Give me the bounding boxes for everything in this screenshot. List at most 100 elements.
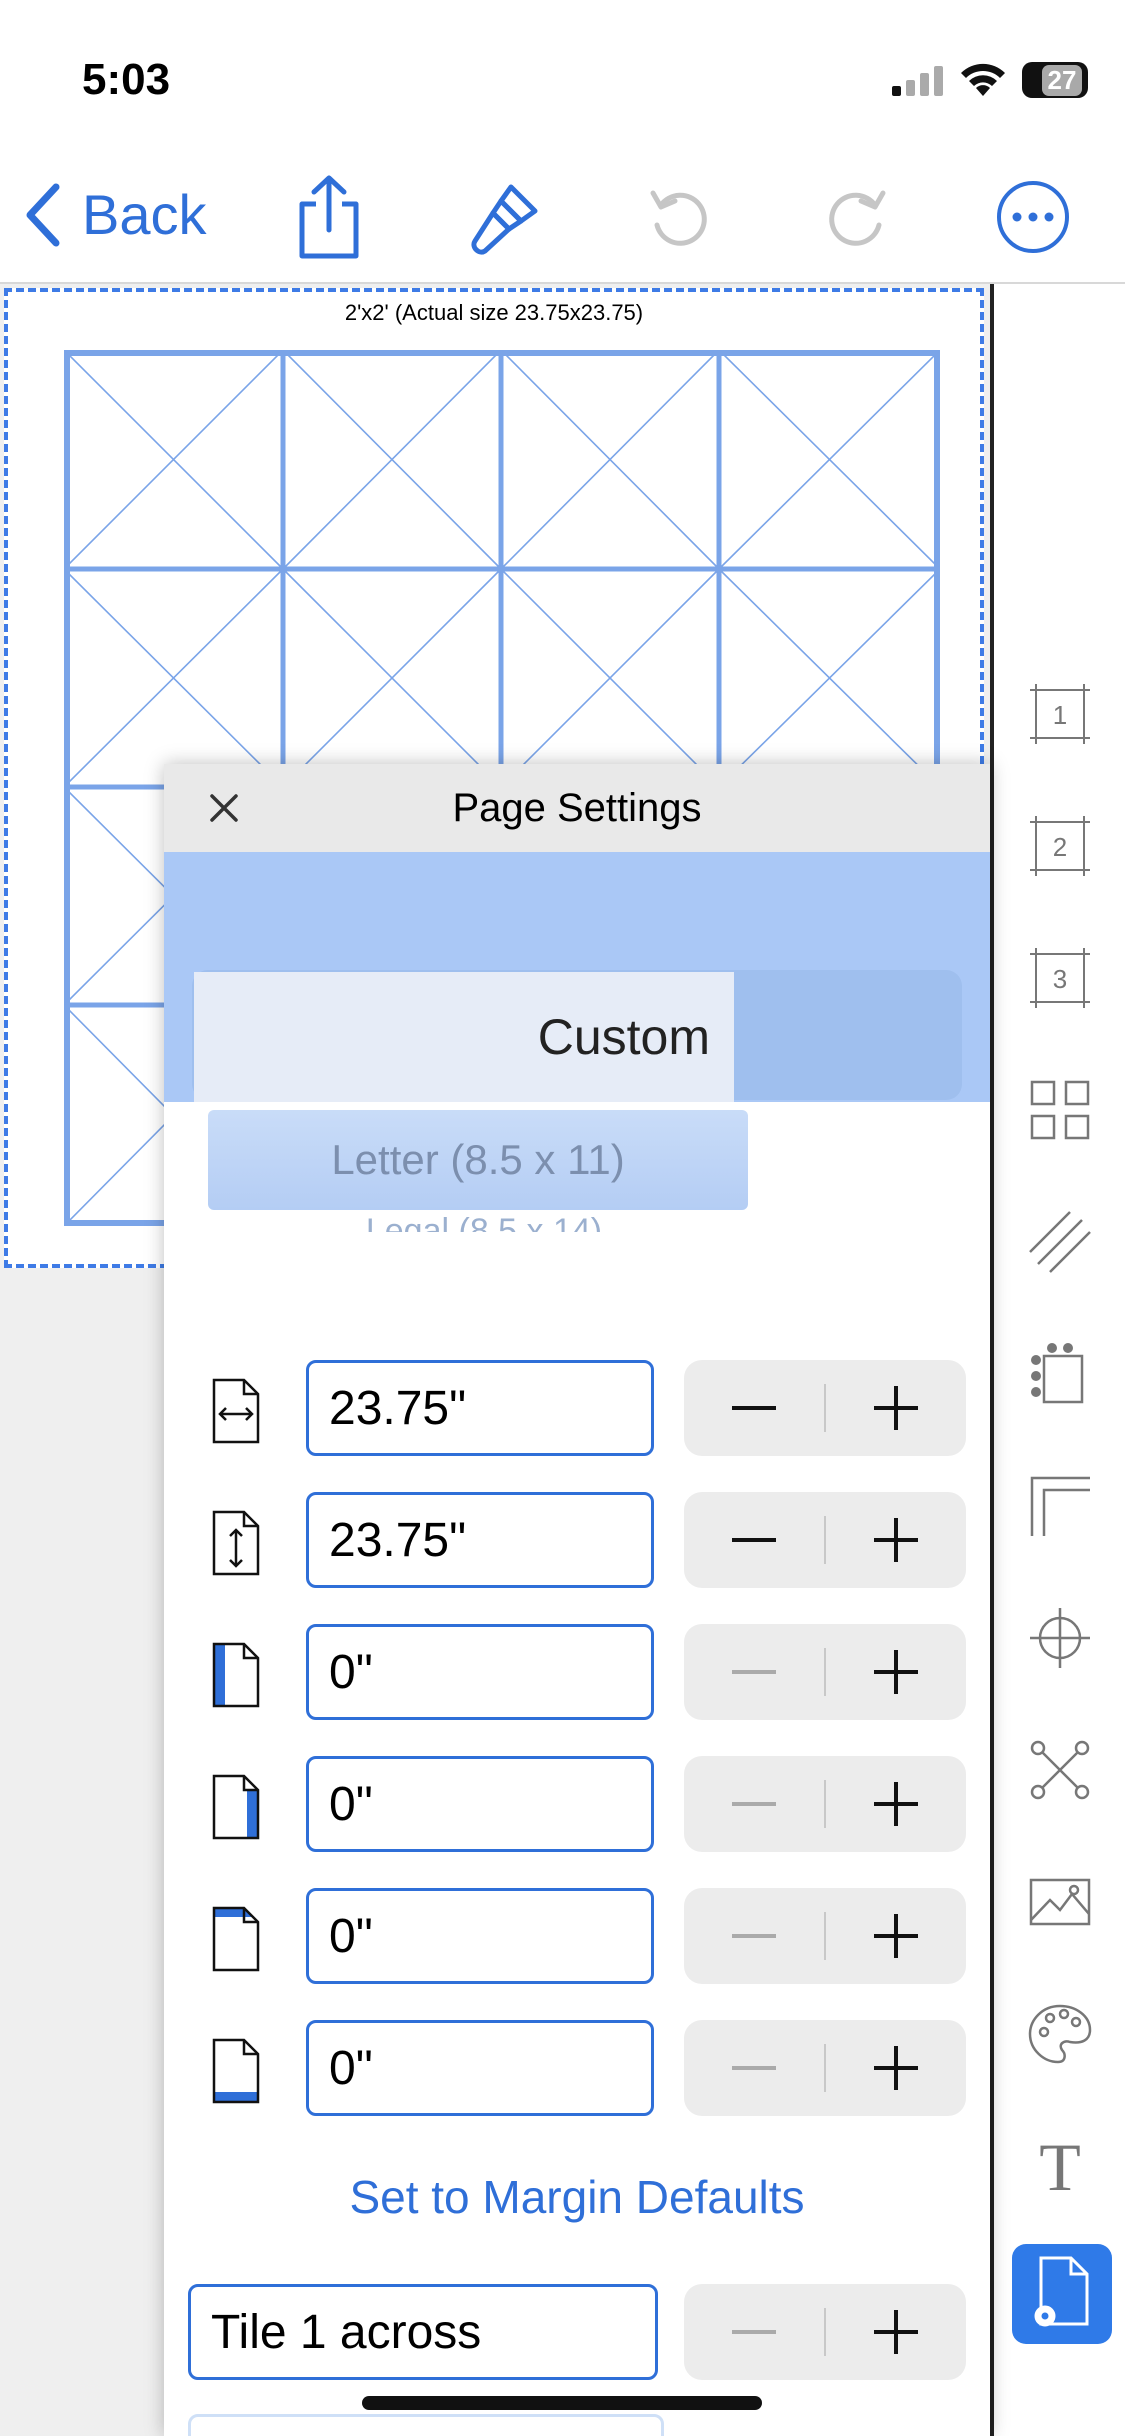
next-field-partial[interactable]: [188, 2414, 664, 2436]
width-field[interactable]: 23.75": [306, 1360, 654, 1456]
left-margin-field[interactable]: 0": [306, 1624, 654, 1720]
text-tool-label: T: [1039, 2134, 1081, 2198]
height-field[interactable]: 23.75": [306, 1492, 654, 1588]
height-increment-button[interactable]: [826, 1492, 966, 1588]
tool-rail: 1 2 3 T: [990, 284, 1125, 2436]
layout-3-icon: 3: [1030, 948, 1090, 1008]
layout-2-icon: 2: [1030, 816, 1090, 876]
text-button[interactable]: T: [1020, 2126, 1100, 2206]
layout-3-button[interactable]: 3: [1020, 938, 1100, 1018]
corner-icon: [1030, 1476, 1090, 1536]
tile-field[interactable]: Tile 1 across: [188, 2284, 658, 2380]
battery-level: 27: [1041, 64, 1083, 96]
width-decrement-button[interactable]: [684, 1360, 824, 1456]
width-icon: [212, 1378, 260, 1444]
tile-stepper: [684, 2284, 966, 2380]
width-stepper: [684, 1360, 966, 1456]
right-margin-increment-button[interactable]: [826, 1756, 966, 1852]
bottom-margin-stepper: [684, 2020, 966, 2116]
bottom-margin-icon: [212, 2038, 260, 2104]
crosshair-button[interactable]: [1020, 1598, 1100, 1678]
right-margin-row: 0": [164, 1756, 990, 1856]
page-settings-icon: [1034, 2256, 1089, 2327]
image-button[interactable]: [1020, 1862, 1100, 1942]
corner-button[interactable]: [1020, 1466, 1100, 1546]
width-increment-button[interactable]: [826, 1360, 966, 1456]
share-button[interactable]: [284, 172, 374, 262]
back-label: Back: [82, 183, 207, 246]
layout-2-button[interactable]: 2: [1020, 806, 1100, 886]
grid-button[interactable]: [1020, 1070, 1100, 1150]
more-icon: [997, 181, 1069, 253]
text-icon: T: [1039, 2134, 1081, 2198]
top-margin-stepper: [684, 1888, 966, 1984]
layout-2-label: 2: [1053, 832, 1067, 862]
page-settings-panel: Page Settings Custom Letter (8.5 x 11) L…: [164, 764, 990, 2436]
left-margin-stepper: [684, 1624, 966, 1720]
minus-icon: [732, 2066, 776, 2070]
panel-header: Page Settings: [164, 764, 990, 853]
plus-icon: [874, 1518, 918, 1562]
bottom-margin-increment-button[interactable]: [826, 2020, 966, 2116]
diagonal-lines-button[interactable]: [1020, 1202, 1100, 1282]
dotted-page-icon: [1031, 1343, 1084, 1404]
top-margin-increment-button[interactable]: [826, 1888, 966, 1984]
left-margin-icon: [212, 1642, 260, 1708]
top-margin-field[interactable]: 0": [306, 1888, 654, 1984]
palette-button[interactable]: [1020, 1994, 1100, 2074]
picker-option[interactable]: Legal (8.5 x 14): [224, 1212, 744, 1232]
minus-icon: [732, 1670, 776, 1674]
wifi-icon: [961, 63, 1005, 96]
bottom-margin-row: 0": [164, 2020, 990, 2120]
image-icon: [1029, 1878, 1091, 1926]
layout-1-icon: 1: [1030, 684, 1090, 744]
page-size-picker[interactable]: Custom Letter (8.5 x 11) Legal (8.5 x 14…: [164, 852, 990, 1232]
left-margin-decrement-button[interactable]: [684, 1624, 824, 1720]
minus-icon: [732, 1802, 776, 1806]
bottom-margin-decrement-button[interactable]: [684, 2020, 824, 2116]
cellular-signal-icon: [892, 66, 943, 96]
tile-increment-button[interactable]: [826, 2284, 966, 2380]
top-toolbar: Back: [0, 150, 1125, 284]
top-margin-icon: [212, 1906, 260, 1972]
bottom-margin-field[interactable]: 0": [306, 2020, 654, 2116]
right-margin-field[interactable]: 0": [306, 1756, 654, 1852]
picker-option[interactable]: Letter (8.5 x 11): [208, 1110, 748, 1210]
width-row: 23.75": [164, 1360, 990, 1460]
grid-icon: [1030, 1080, 1090, 1140]
brush-button[interactable]: [460, 172, 550, 262]
undo-icon: [650, 190, 707, 246]
picker-option-selected[interactable]: Custom: [194, 972, 734, 1102]
home-indicator[interactable]: [362, 2396, 762, 2410]
plus-icon: [874, 1914, 918, 1958]
dotted-page-button[interactable]: [1020, 1334, 1100, 1414]
layout-1-button[interactable]: 1: [1020, 674, 1100, 754]
right-margin-icon: [212, 1774, 260, 1840]
tile-row: Tile 1 across: [164, 2284, 990, 2384]
crosshair-icon: [1030, 1608, 1090, 1668]
tile-decrement-button[interactable]: [684, 2284, 824, 2380]
more-button[interactable]: [988, 172, 1078, 262]
brush-icon: [471, 184, 538, 255]
status-bar: 5:03 27: [0, 0, 1125, 150]
plus-icon: [874, 2046, 918, 2090]
undo-button[interactable]: [634, 172, 724, 262]
page-settings-button[interactable]: [1012, 2244, 1112, 2344]
chevron-left-icon: [26, 183, 60, 246]
redo-icon: [829, 190, 886, 246]
top-margin-decrement-button[interactable]: [684, 1888, 824, 1984]
right-margin-decrement-button[interactable]: [684, 1756, 824, 1852]
scissors-icon: [1030, 1740, 1090, 1800]
plus-icon: [874, 1650, 918, 1694]
redo-button[interactable]: [812, 172, 902, 262]
plus-icon: [874, 1782, 918, 1826]
layout-1-label: 1: [1053, 700, 1067, 730]
plus-icon: [874, 1386, 918, 1430]
diagonal-lines-icon: [1029, 1211, 1091, 1273]
back-button[interactable]: Back: [24, 182, 207, 247]
layout-3-label: 3: [1053, 964, 1067, 994]
left-margin-increment-button[interactable]: [826, 1624, 966, 1720]
margin-defaults-link[interactable]: Set to Margin Defaults: [164, 2170, 990, 2224]
scissors-button[interactable]: [1020, 1730, 1100, 1810]
height-decrement-button[interactable]: [684, 1492, 824, 1588]
